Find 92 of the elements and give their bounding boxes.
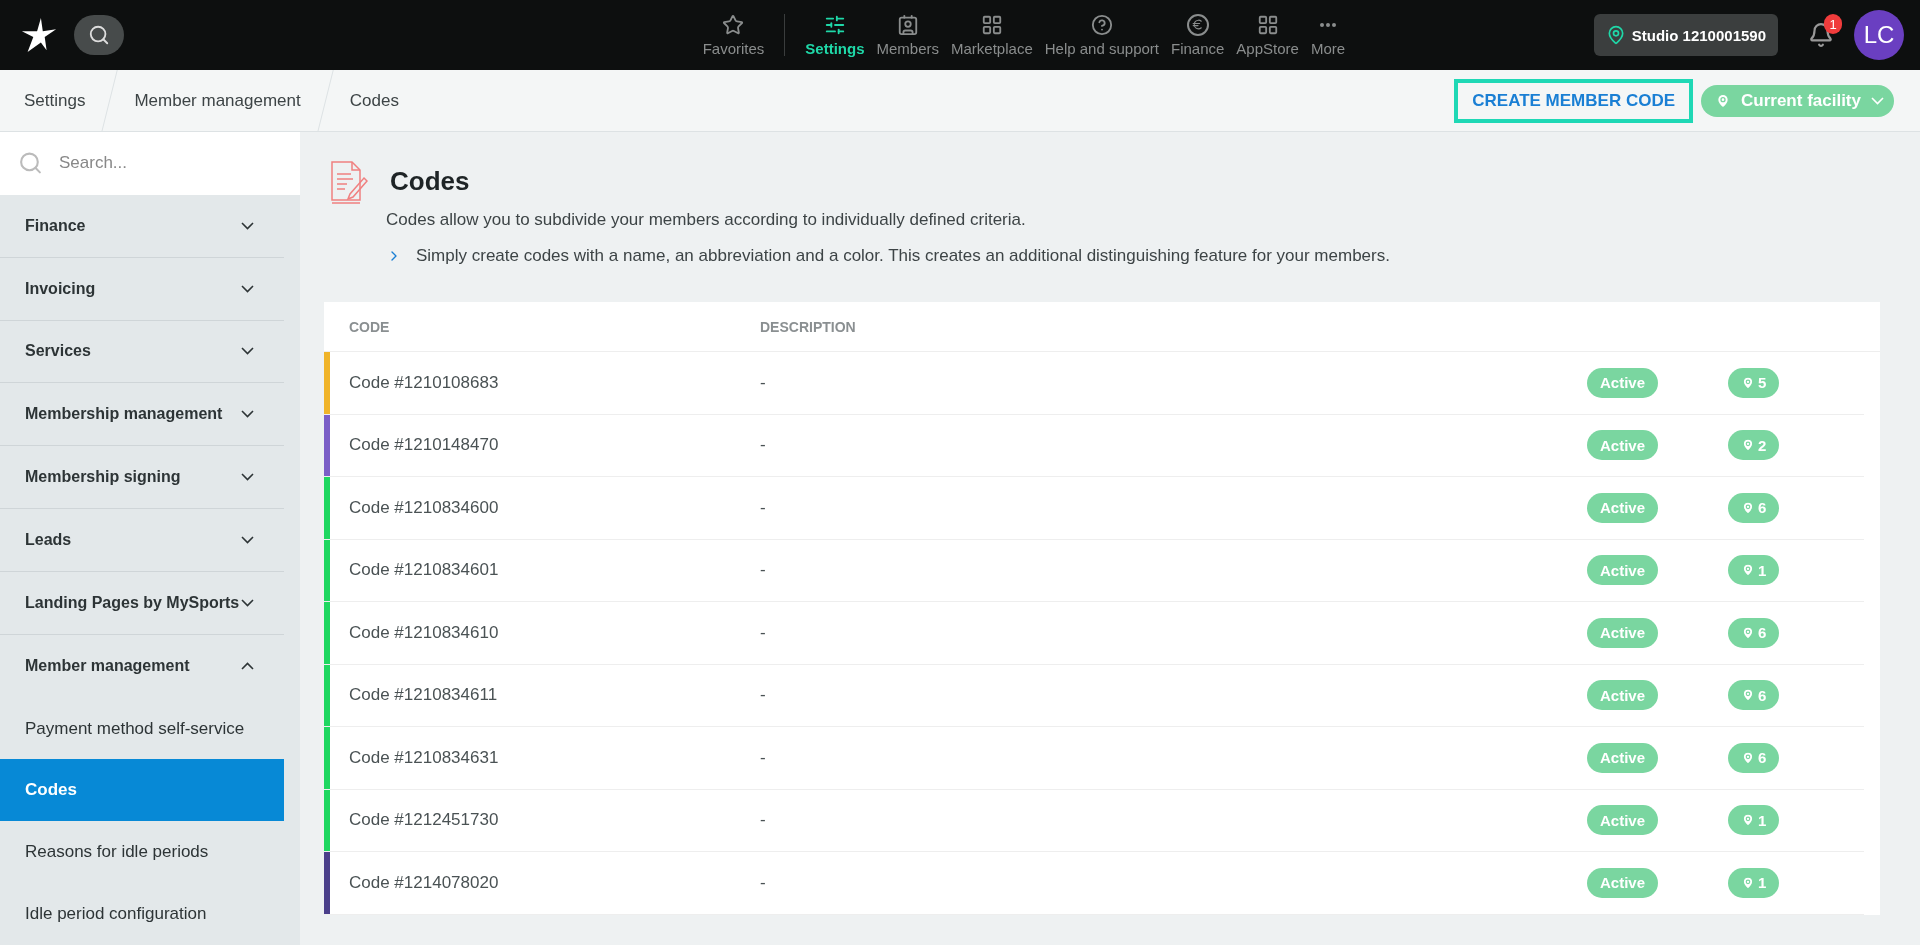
help-icon — [1090, 13, 1113, 36]
status-badge: Active — [1587, 430, 1659, 461]
chevron-down-icon — [241, 473, 254, 482]
location-count-badge: 1 — [1728, 555, 1780, 586]
star-icon — [722, 13, 745, 36]
description-cell: - — [760, 685, 766, 705]
nav-tab[interactable]: Settings — [799, 13, 871, 57]
description-cell: - — [760, 435, 766, 455]
chevron-up-icon — [241, 662, 254, 671]
logo-icon — [20, 16, 58, 54]
code-name: Code #1210108683 — [349, 372, 499, 392]
chevron-down-icon — [241, 221, 254, 230]
chevron-down-icon — [1871, 96, 1884, 105]
description-cell: - — [760, 872, 766, 892]
code-name: Code #1212451730 — [349, 810, 499, 830]
nav-tab[interactable]: Marketplace — [945, 13, 1039, 57]
breadcrumb-link[interactable]: Member management — [128, 88, 307, 113]
nav-tab[interactable]: AppStore — [1230, 13, 1305, 57]
sidebar-section[interactable]: Finance — [0, 194, 284, 258]
location-count-badge: 5 — [1728, 367, 1780, 398]
create-member-code-button[interactable]: CREATE MEMBER CODE — [1454, 78, 1693, 123]
description-cell: - — [760, 497, 766, 517]
status-badge: Active — [1587, 617, 1659, 648]
sidebar-item[interactable]: Payment method self-service — [0, 697, 284, 760]
sidebar-item[interactable]: Reasons for idle periods — [0, 821, 284, 884]
grid-icon — [980, 13, 1003, 36]
status-badge: Active — [1587, 492, 1659, 523]
location-count-badge: 1 — [1728, 805, 1780, 836]
sliders-icon — [823, 13, 846, 36]
nav-tab[interactable]: More — [1304, 13, 1352, 57]
description-cell: - — [760, 747, 766, 767]
document-edit-icon — [330, 160, 368, 206]
nav-tab[interactable]: Finance — [1165, 13, 1231, 57]
location-count-badge: 2 — [1728, 430, 1780, 461]
status-badge: Active — [1587, 742, 1659, 773]
euro-icon — [1186, 13, 1209, 36]
contact-card-icon — [896, 13, 919, 36]
location-count-badge: 6 — [1728, 492, 1780, 523]
nav-tab[interactable]: Members — [870, 13, 946, 57]
sidebar-search-field[interactable]: Search... — [0, 132, 300, 195]
description-cell: - — [760, 622, 766, 642]
sidebar-section[interactable]: Leads — [0, 509, 284, 572]
chevron-down-icon — [241, 536, 254, 544]
sidebar-item[interactable]: Idle period configuration — [0, 883, 284, 945]
location-count-badge: 6 — [1728, 617, 1780, 648]
sidebar-section[interactable]: Membership management — [0, 383, 284, 447]
code-name: Code #1210834600 — [349, 497, 499, 517]
status-badge: Active — [1587, 805, 1659, 836]
chevron-down-icon — [241, 347, 254, 356]
breadcrumb-link[interactable]: Codes — [343, 88, 405, 113]
status-badge: Active — [1587, 555, 1659, 586]
code-name: Code #1210834611 — [349, 685, 498, 705]
sidebar-section[interactable]: Invoicing — [0, 257, 284, 321]
location-count-badge: 6 — [1728, 742, 1780, 773]
code-name: Code #1214078020 — [349, 872, 499, 892]
chevron-down-icon — [241, 598, 254, 607]
page-title: Codes — [390, 166, 470, 198]
status-badge: Active — [1587, 367, 1659, 398]
description-cell: - — [760, 372, 766, 392]
description-cell: - — [760, 810, 766, 830]
sidebar-section[interactable]: Landing Pages by MySports — [0, 571, 284, 635]
sidebar-section[interactable]: Services — [0, 320, 284, 384]
search-icon — [88, 24, 110, 46]
grid-icon — [1256, 13, 1279, 36]
code-name: Code #1210834631 — [349, 747, 499, 767]
breadcrumb-link[interactable]: Settings — [18, 88, 92, 113]
more-icon — [1320, 22, 1336, 27]
chevron-down-icon — [241, 284, 254, 293]
user-avatar[interactable]: LC — [1854, 10, 1904, 60]
studio-selector[interactable]: Studio 1210001590 — [1593, 14, 1778, 56]
sidebar-section[interactable]: Member management — [0, 634, 284, 698]
status-badge: Active — [1587, 867, 1659, 898]
location-pin-icon — [1715, 92, 1731, 109]
column-header: DESCRIPTION — [760, 318, 857, 335]
sidebar-item[interactable]: Codes — [0, 759, 284, 822]
code-name: Code #1210148470 — [349, 435, 499, 455]
nav-tab[interactable]: Favorites — [696, 13, 771, 57]
location-count-badge: 6 — [1728, 680, 1780, 711]
intro-text: Codes allow you to subdivide your members according to individually defined criteria. — [386, 210, 1027, 230]
nav-tab[interactable]: Help and support — [1038, 13, 1165, 57]
code-name: Code #1210834601 — [349, 560, 499, 580]
search-button[interactable] — [74, 15, 124, 55]
status-badge: Active — [1587, 680, 1659, 711]
column-header: CODE — [348, 318, 391, 335]
notification-bell-icon[interactable] — [1808, 22, 1834, 48]
chevron-down-icon — [241, 410, 254, 419]
description-cell: - — [760, 560, 766, 580]
code-name: Code #1210834610 — [349, 622, 499, 642]
location-count-badge: 1 — [1728, 867, 1780, 898]
notification-badge: 1 — [1824, 14, 1842, 34]
hint-text: Simply create codes with a name, an abbreviation and a color. This creates an additional distinguishing feature for your members. — [416, 246, 1390, 266]
sidebar-section[interactable]: Membership signing — [0, 446, 284, 510]
